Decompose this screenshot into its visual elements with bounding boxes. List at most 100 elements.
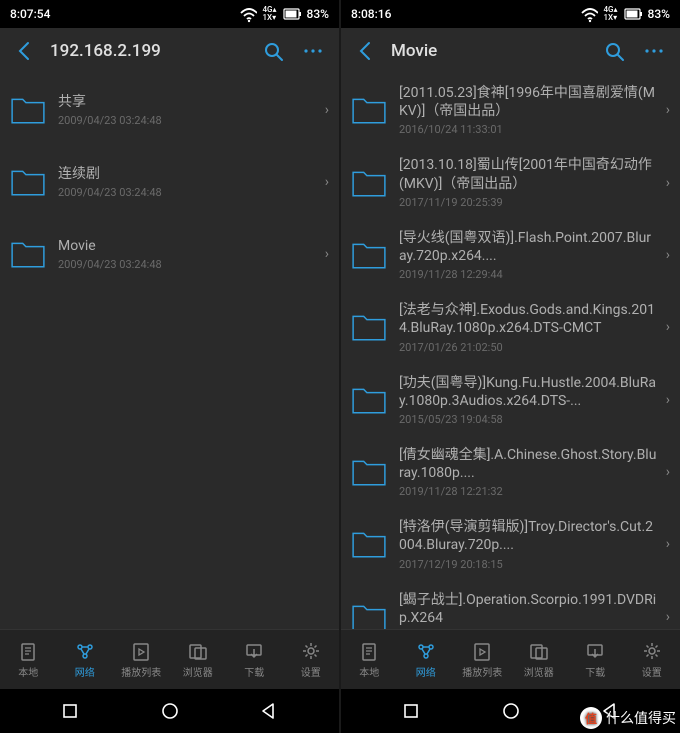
tab-settings[interactable]: 设置 — [624, 630, 680, 689]
back-button[interactable] — [347, 31, 387, 71]
list-item[interactable]: [2011.05.23]食神[1996年中国喜剧爱情(MKV)]（帝国出品） 2… — [341, 74, 680, 146]
chevron-right-icon: › — [658, 102, 670, 118]
row-title: 共享 — [58, 93, 317, 111]
tab-local[interactable]: 本地 — [0, 630, 57, 689]
folder-icon — [351, 529, 387, 559]
tab-label: 本地 — [359, 664, 379, 679]
app-bar: Movie — [341, 28, 680, 74]
folder-icon — [351, 240, 387, 270]
folder-icon — [351, 602, 387, 629]
bottom-tabs: 本地 网络 播放列表浏览器下载设置 — [341, 629, 680, 689]
tab-network[interactable]: 网络 — [398, 630, 455, 689]
tab-network[interactable]: 网络 — [57, 630, 114, 689]
playlist-icon — [131, 641, 151, 661]
list-item[interactable]: 共享 2009/04/23 03:24:48 › — [0, 74, 339, 146]
chevron-right-icon: › — [658, 536, 670, 552]
search-button[interactable] — [594, 31, 634, 71]
chevron-right-icon: › — [317, 174, 329, 190]
row-date: 2009/04/23 03:24:48 — [58, 258, 317, 271]
chevron-right-icon: › — [658, 175, 670, 191]
row-text: [法老与众神].Exodus.Gods.and.Kings.2014.BluRa… — [399, 301, 658, 353]
browser-icon — [188, 641, 208, 661]
row-title: Movie — [58, 237, 317, 255]
network-icon — [416, 641, 436, 661]
row-text: Movie 2009/04/23 03:24:48 — [58, 237, 317, 271]
list-item[interactable]: [功夫(国粤导)]Kung.Fu.Hustle.2004.BluRay.1080… — [341, 364, 680, 436]
tab-label: 本地 — [18, 664, 38, 679]
row-title: [蝎子战士].Operation.Scorpio.1991.DVDRip.X26… — [399, 591, 658, 627]
nav-back[interactable] — [239, 696, 299, 726]
row-date: 2017/01/26 21:02:50 — [399, 341, 658, 354]
list-item[interactable]: [蝎子战士].Operation.Scorpio.1991.DVDRip.X26… — [341, 581, 680, 629]
nav-recent[interactable] — [381, 696, 441, 726]
folder-icon — [10, 239, 46, 269]
tab-download[interactable]: 下载 — [567, 630, 624, 689]
app-bar: 192.168.2.199 — [0, 28, 339, 74]
list-item[interactable]: 连续剧 2009/04/23 03:24:48 › — [0, 146, 339, 218]
status-bar: 8:08:16 4G▴1X▾ 83% — [341, 0, 680, 28]
row-title: [功夫(国粤导)]Kung.Fu.Hustle.2004.BluRay.1080… — [399, 374, 658, 410]
tab-browser[interactable]: 浏览器 — [511, 630, 568, 689]
row-text: [2013.10.18]蜀山传[2001年中国奇幻动作(MKV)]（帝国出品） … — [399, 156, 658, 208]
tab-download[interactable]: 下载 — [226, 630, 283, 689]
folder-list: [2011.05.23]食神[1996年中国喜剧爱情(MKV)]（帝国出品） 2… — [341, 74, 680, 629]
list-item[interactable]: [2013.10.18]蜀山传[2001年中国奇幻动作(MKV)]（帝国出品） … — [341, 146, 680, 218]
row-text: [导火线(国粤双语)].Flash.Point.2007.Bluray.720p… — [399, 229, 658, 281]
tab-label: 播放列表 — [462, 664, 502, 679]
list-item[interactable]: [倩女幽魂全集].A.Chinese.Ghost.Story.Bluray.10… — [341, 436, 680, 508]
folder-icon — [351, 312, 387, 342]
folder-icon — [351, 457, 387, 487]
row-date: 2016/10/24 11:33:01 — [399, 123, 658, 136]
row-text: [功夫(国粤导)]Kung.Fu.Hustle.2004.BluRay.1080… — [399, 374, 658, 426]
tab-playlist[interactable]: 播放列表 — [113, 630, 170, 689]
tab-local[interactable]: 本地 — [341, 630, 398, 689]
row-date: 2009/04/23 03:24:48 — [58, 114, 317, 127]
page-title: Movie — [387, 41, 594, 61]
row-title: 连续剧 — [58, 165, 317, 183]
row-title: [特洛伊(导演剪辑版)]Troy.Director's.Cut.2004.Blu… — [399, 518, 658, 554]
row-date: 2009/04/23 03:24:48 — [58, 186, 317, 199]
chevron-right-icon: › — [658, 247, 670, 263]
tab-label: 浏览器 — [183, 664, 213, 679]
list-item[interactable]: [导火线(国粤双语)].Flash.Point.2007.Bluray.720p… — [341, 219, 680, 291]
playlist-icon — [472, 641, 492, 661]
more-button[interactable] — [293, 31, 333, 71]
local-icon — [359, 641, 379, 661]
network-icon — [75, 641, 95, 661]
row-title: [法老与众神].Exodus.Gods.and.Kings.2014.BluRa… — [399, 301, 658, 337]
tab-label: 设置 — [301, 664, 321, 679]
tab-settings[interactable]: 设置 — [283, 630, 340, 689]
list-item[interactable]: Movie 2009/04/23 03:24:48 › — [0, 218, 339, 290]
list-item[interactable]: [法老与众神].Exodus.Gods.and.Kings.2014.BluRa… — [341, 291, 680, 363]
nav-recent[interactable] — [40, 696, 100, 726]
nav-home[interactable] — [481, 696, 541, 726]
row-title: [2013.10.18]蜀山传[2001年中国奇幻动作(MKV)]（帝国出品） — [399, 156, 658, 192]
folder-icon — [351, 168, 387, 198]
battery-icon — [624, 5, 642, 23]
wifi-icon — [580, 5, 598, 23]
back-button[interactable] — [6, 31, 46, 71]
status-time: 8:08:16 — [351, 7, 391, 21]
search-button[interactable] — [253, 31, 293, 71]
nav-home[interactable] — [140, 696, 200, 726]
more-button[interactable] — [634, 31, 674, 71]
row-date: 2015/05/23 19:04:58 — [399, 413, 658, 426]
tab-label: 网络 — [75, 664, 95, 679]
folder-icon — [10, 167, 46, 197]
status-net: 4G▴1X▾ — [604, 6, 618, 22]
battery-icon — [283, 5, 301, 23]
folder-icon — [351, 95, 387, 125]
row-date: 2019/11/28 12:29:44 — [399, 268, 658, 281]
tab-playlist[interactable]: 播放列表 — [454, 630, 511, 689]
row-date: 2017/11/19 20:25:39 — [399, 196, 658, 209]
tab-label: 网络 — [416, 664, 436, 679]
list-item[interactable]: [特洛伊(导演剪辑版)]Troy.Director's.Cut.2004.Blu… — [341, 508, 680, 580]
phone-right: 8:08:16 4G▴1X▾ 83% Movie [2011.05.23]食神[… — [341, 0, 680, 733]
settings-icon — [642, 641, 662, 661]
row-text: 共享 2009/04/23 03:24:48 — [58, 93, 317, 127]
tab-label: 设置 — [642, 664, 662, 679]
bottom-tabs: 本地 网络 播放列表浏览器下载设置 — [0, 629, 339, 689]
row-text: [蝎子战士].Operation.Scorpio.1991.DVDRip.X26… — [399, 591, 658, 629]
row-date: 2019/11/28 12:21:32 — [399, 485, 658, 498]
tab-browser[interactable]: 浏览器 — [170, 630, 227, 689]
